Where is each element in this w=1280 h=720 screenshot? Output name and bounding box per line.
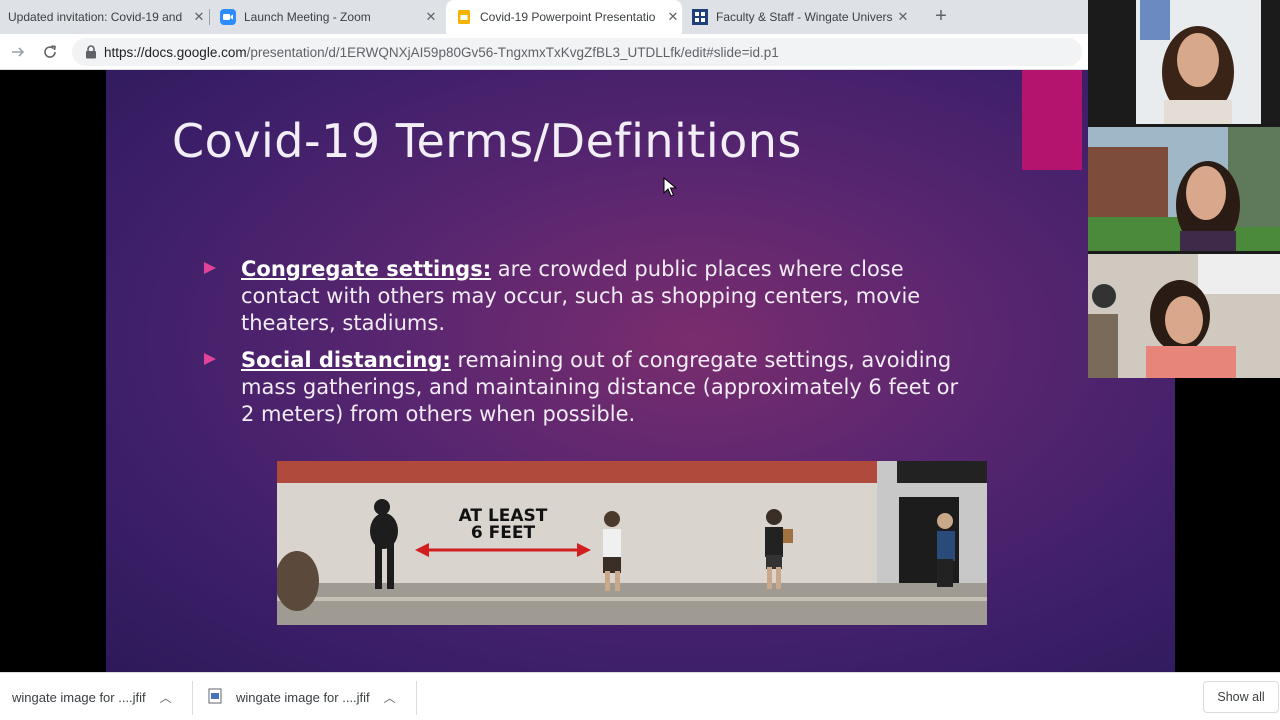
social-distancing-photo: AT LEAST 6 FEET [277, 461, 987, 625]
close-icon[interactable]: ✕ [190, 9, 208, 25]
browser-toolbar: https://docs.google.com/presentation/d/1… [0, 34, 1088, 70]
slide-title: Covid-19 Terms/Definitions [172, 114, 802, 168]
download-shelf: wingate image for ....jfif ︿ wingate ima… [0, 672, 1280, 720]
bullet-arrow-icon [204, 353, 216, 365]
tab-title: Launch Meeting - Zoom [244, 10, 371, 24]
sign-line-2: 6 FEET [471, 523, 536, 543]
google-slides-icon [456, 9, 472, 25]
file-icon [208, 688, 222, 707]
download-filename: wingate image for ....jfif [236, 689, 370, 705]
slide-accent-bar [1022, 70, 1082, 170]
tab-gmail-invitation[interactable]: Updated invitation: Covid-19 and ✕ [8, 0, 208, 34]
mouse-cursor-icon [663, 176, 678, 202]
forward-arrow-icon[interactable] [6, 40, 30, 64]
reload-icon[interactable] [38, 40, 62, 64]
lock-icon [84, 45, 98, 59]
tab-title: Faculty & Staff - Wingate Univers [716, 10, 893, 24]
show-all-button[interactable]: Show all [1203, 681, 1279, 713]
participant-video-1[interactable] [1088, 0, 1280, 124]
video-participants-panel [1088, 0, 1280, 378]
new-tab-button[interactable]: + [930, 6, 952, 28]
chevron-up-icon[interactable]: ︿ [160, 689, 172, 706]
participant-avatar [1088, 127, 1280, 251]
tab-wingate-faculty[interactable]: Faculty & Staff - Wingate Univers ✕ [692, 0, 912, 34]
tab-title: Covid-19 Powerpoint Presentatio [480, 10, 656, 24]
chevron-up-icon[interactable]: ︿ [384, 689, 396, 706]
wingate-icon [692, 9, 708, 25]
tab-zoom-meeting[interactable]: Launch Meeting - Zoom ✕ [220, 0, 440, 34]
close-icon[interactable]: ✕ [894, 9, 912, 25]
browser-tab-strip: Updated invitation: Covid-19 and ✕ Launc… [0, 0, 1088, 34]
participant-avatar [1088, 254, 1280, 378]
tab-title: Updated invitation: Covid-19 and [8, 10, 183, 24]
close-icon[interactable]: ✕ [664, 9, 682, 25]
participant-video-3[interactable] [1088, 254, 1280, 378]
download-filename: wingate image for ....jfif [12, 689, 146, 705]
download-item[interactable]: wingate image for ....jfif ︿ [12, 673, 192, 720]
close-icon[interactable]: ✕ [422, 9, 440, 25]
bullet-social-distancing: Social distancing: remaining out of cong… [204, 347, 974, 428]
tab-covid-presentation[interactable]: Covid-19 Powerpoint Presentatio ✕ [446, 0, 682, 34]
zoom-icon [220, 9, 236, 25]
url-host: https://docs.google.com [104, 44, 247, 60]
participant-video-2[interactable] [1088, 127, 1280, 251]
address-bar[interactable]: https://docs.google.com/presentation/d/1… [72, 38, 1082, 66]
url-path: /presentation/d/1ERWQNXjAI59p80Gv56-Tngx… [246, 44, 779, 60]
bullet-arrow-icon [204, 262, 216, 274]
slide: Covid-19 Terms/Definitions Congregate se… [106, 70, 1175, 672]
download-item[interactable]: wingate image for ....jfif ︿ [208, 673, 408, 720]
bullet-term: Congregate settings: [241, 257, 492, 281]
bullet-term: Social distancing: [241, 348, 451, 372]
bullet-congregate-settings: Congregate settings: are crowded public … [204, 256, 974, 337]
participant-avatar [1088, 0, 1280, 124]
